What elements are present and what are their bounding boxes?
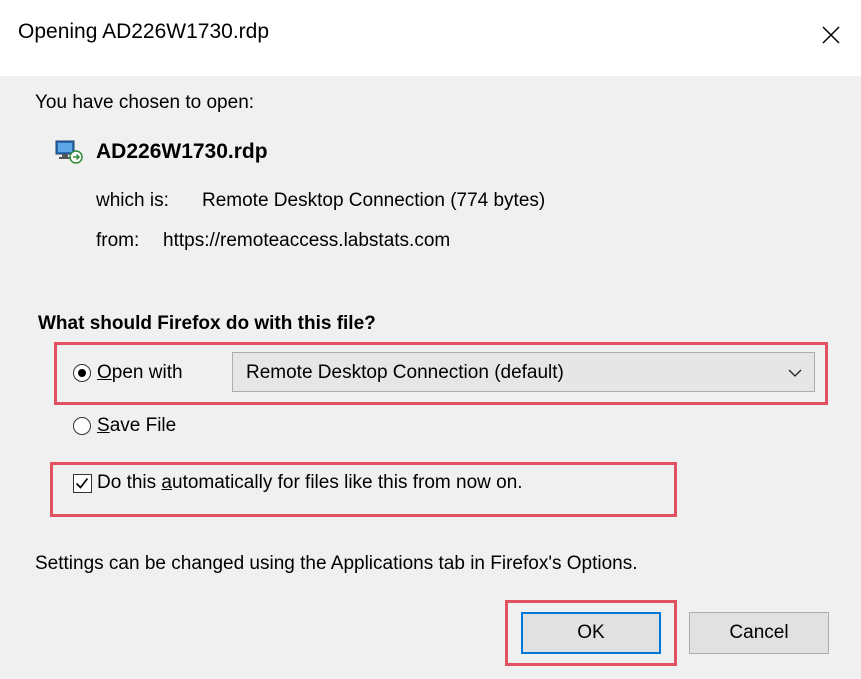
firefox-open-file-dialog: Opening AD226W1730.rdp You have chosen t… [0,0,861,679]
save-file-radio[interactable]: Save File [73,415,176,437]
cancel-button[interactable]: Cancel [689,612,829,654]
auto-open-checkbox-row[interactable]: Do this automatically for files like thi… [73,472,523,494]
open-with-app-select[interactable]: Remote Desktop Connection (default) [232,352,815,392]
file-name: AD226W1730.rdp [96,140,268,163]
from-label: from: [96,230,140,251]
close-icon [822,26,840,44]
which-is-label: which is: [96,190,169,211]
open-with-radio-indicator[interactable] [73,364,91,382]
auto-open-label: Do this automatically for files like thi… [97,472,523,493]
save-file-label: Save File [97,415,177,436]
checkmark-icon [75,477,89,489]
action-question: What should Firefox do with this file? [38,313,376,334]
open-with-app-value: Remote Desktop Connection (default) [246,362,564,383]
save-file-radio-indicator[interactable] [73,417,91,435]
source-url: https://remoteaccess.labstats.com [163,230,451,251]
close-button[interactable] [801,0,861,70]
ok-button[interactable]: OK [521,612,661,654]
file-type-value: Remote Desktop Connection (774 bytes) [202,190,546,211]
chevron-down-icon [788,369,802,377]
rdp-file-icon [55,140,83,164]
open-with-label: Open with [97,362,183,383]
auto-open-checkbox[interactable] [73,473,92,493]
title-bar: Opening AD226W1730.rdp [0,0,861,76]
open-with-radio[interactable]: Open with [73,362,183,384]
settings-note: Settings can be changed using the Applic… [35,553,638,574]
intro-text: You have chosen to open: [35,92,255,113]
dialog-title: Opening AD226W1730.rdp [18,20,270,43]
